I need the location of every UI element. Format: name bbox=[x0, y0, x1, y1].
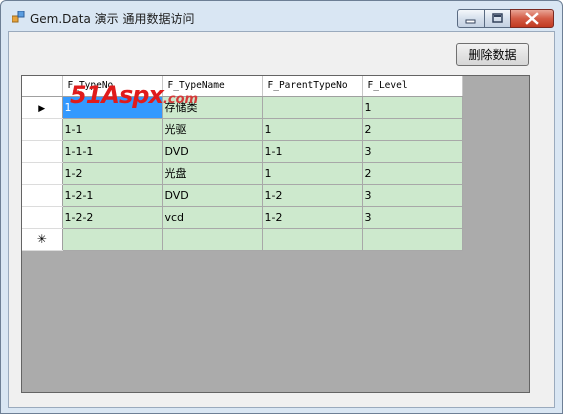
data-grid-table: F_TypeNo F_TypeName F_ParentTypeNo F_Lev… bbox=[22, 76, 463, 251]
grid-cell[interactable]: 1 bbox=[62, 96, 163, 119]
new-row: ✳ bbox=[22, 228, 463, 251]
grid-cell-new[interactable] bbox=[262, 228, 363, 251]
maximize-button[interactable] bbox=[484, 9, 511, 28]
grid-cell[interactable]: 光驱 bbox=[162, 118, 263, 141]
table-row: 1-2-1 DVD 1-2 3 bbox=[22, 184, 463, 207]
column-header-f-level[interactable]: F_Level bbox=[362, 76, 463, 97]
header-row: F_TypeNo F_TypeName F_ParentTypeNo F_Lev… bbox=[22, 76, 463, 97]
maximize-icon bbox=[492, 13, 503, 23]
row-header[interactable] bbox=[22, 162, 63, 185]
grid-cell[interactable]: 1 bbox=[262, 162, 363, 185]
grid-cell[interactable]: 3 bbox=[362, 140, 463, 163]
close-button[interactable] bbox=[510, 9, 554, 28]
grid-cell[interactable]: vcd bbox=[162, 206, 263, 229]
minimize-icon bbox=[465, 19, 476, 24]
data-grid[interactable]: F_TypeNo F_TypeName F_ParentTypeNo F_Lev… bbox=[21, 75, 530, 393]
title-bar[interactable]: Gem.Data 演示 通用数据访问 bbox=[1, 1, 562, 31]
grid-cell[interactable]: DVD bbox=[162, 184, 263, 207]
grid-cell-new[interactable] bbox=[162, 228, 263, 251]
new-row-asterisk-icon: ✳ bbox=[36, 232, 47, 246]
current-row-indicator-icon: ▶ bbox=[38, 103, 46, 114]
client-area: 删除数据 F_TypeNo F_TypeName F_ParentTypeNo bbox=[8, 31, 555, 408]
grid-cell[interactable]: 存储类 bbox=[162, 96, 263, 119]
main-window: Gem.Data 演示 通用数据访问 删除数据 F_TypeNo F_TypeN… bbox=[0, 0, 563, 414]
table-row: 1-2 光盘 1 2 bbox=[22, 162, 463, 185]
corner-header[interactable] bbox=[22, 76, 63, 97]
row-header[interactable]: ✳ bbox=[22, 228, 63, 251]
grid-cell[interactable]: DVD bbox=[162, 140, 263, 163]
row-header[interactable]: ▶ bbox=[22, 96, 63, 119]
table-row: ▶ 1 存储类 1 bbox=[22, 96, 463, 119]
window-title: Gem.Data 演示 通用数据访问 bbox=[30, 12, 195, 26]
column-header-f-typeno[interactable]: F_TypeNo bbox=[62, 76, 163, 97]
row-header[interactable] bbox=[22, 184, 63, 207]
table-row: 1-1-1 DVD 1-1 3 bbox=[22, 140, 463, 163]
grid-cell-new[interactable] bbox=[362, 228, 463, 251]
row-header[interactable] bbox=[22, 206, 63, 229]
grid-cell[interactable]: 1 bbox=[362, 96, 463, 119]
grid-cell[interactable]: 1-2 bbox=[62, 162, 163, 185]
grid-cell[interactable]: 1-2-2 bbox=[62, 206, 163, 229]
grid-cell[interactable]: 1-1-1 bbox=[62, 140, 163, 163]
grid-cell[interactable]: 1-1 bbox=[62, 118, 163, 141]
grid-cell[interactable]: 2 bbox=[362, 118, 463, 141]
grid-cell[interactable]: 1-2 bbox=[262, 184, 363, 207]
grid-cell[interactable]: 1-2 bbox=[262, 206, 363, 229]
delete-data-button[interactable]: 删除数据 bbox=[456, 43, 529, 66]
grid-cell-new[interactable] bbox=[62, 228, 163, 251]
app-icon bbox=[12, 11, 25, 23]
close-icon bbox=[525, 12, 539, 25]
row-header[interactable] bbox=[22, 118, 63, 141]
grid-cell[interactable]: 2 bbox=[362, 162, 463, 185]
grid-cell[interactable]: 3 bbox=[362, 184, 463, 207]
table-row: 1-1 光驱 1 2 bbox=[22, 118, 463, 141]
grid-cell[interactable]: 光盘 bbox=[162, 162, 263, 185]
grid-cell[interactable]: 1 bbox=[262, 118, 363, 141]
grid-cell[interactable]: 3 bbox=[362, 206, 463, 229]
grid-cell[interactable] bbox=[262, 96, 363, 119]
column-header-f-typename[interactable]: F_TypeName bbox=[162, 76, 263, 97]
column-header-f-parenttypeno[interactable]: F_ParentTypeNo bbox=[262, 76, 363, 97]
row-header[interactable] bbox=[22, 140, 63, 163]
grid-cell[interactable]: 1-2-1 bbox=[62, 184, 163, 207]
table-row: 1-2-2 vcd 1-2 3 bbox=[22, 206, 463, 229]
minimize-button[interactable] bbox=[457, 9, 485, 28]
grid-cell[interactable]: 1-1 bbox=[262, 140, 363, 163]
